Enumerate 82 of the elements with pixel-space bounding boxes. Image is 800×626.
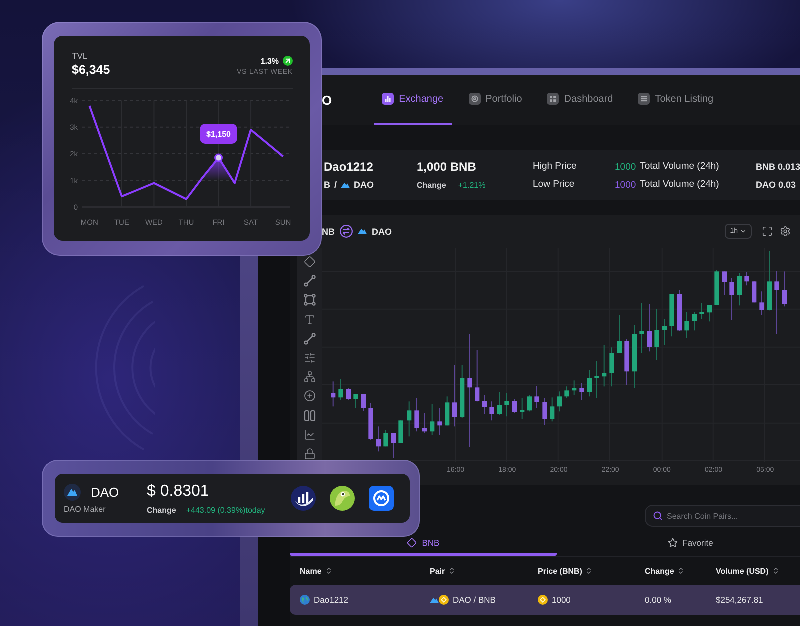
- low-price-label: Low Price: [533, 178, 576, 192]
- columns-icon[interactable]: [304, 410, 316, 422]
- mountain-icon: [430, 596, 439, 604]
- sort-icon: [448, 567, 456, 575]
- sliders-icon[interactable]: [304, 352, 316, 364]
- globe-icon: [300, 595, 310, 605]
- base-symbol: B: [324, 180, 330, 190]
- high-price-label: High Price: [533, 160, 578, 174]
- line-chart-icon[interactable]: [304, 428, 316, 441]
- search-field[interactable]: Search Coin Pairs...: [645, 505, 800, 527]
- logo-text: O: [322, 92, 332, 108]
- nav-tab[interactable]: Token Listing: [630, 75, 722, 125]
- star-icon: [668, 538, 678, 548]
- volume-label: Total Volume (24h): [640, 178, 720, 192]
- sort-icon: [677, 567, 686, 575]
- lizard-icon[interactable]: [330, 486, 355, 511]
- balance-text: BNB 0.013: [756, 161, 800, 174]
- change-text: 0.00 %: [645, 595, 672, 605]
- column-header[interactable]: Price (BNB): [538, 566, 594, 576]
- pair-separator: /: [334, 180, 338, 190]
- expand-icon[interactable]: [762, 226, 773, 237]
- volume-text: $254,267.81: [716, 595, 764, 605]
- data-point-marker: [214, 154, 224, 162]
- price-value: 1,000 BNB: [417, 159, 478, 175]
- nav-tab[interactable]: Exchange: [374, 75, 452, 125]
- swap-icon[interactable]: [340, 225, 353, 238]
- tvl-value: $6,345: [72, 62, 110, 78]
- change-label: Change: [417, 180, 446, 190]
- nav-tab[interactable]: Dashboard: [539, 75, 622, 125]
- target-icon: [468, 93, 481, 105]
- caret-icon: [740, 228, 747, 235]
- volume-value: 1000: [615, 162, 636, 172]
- network-icon[interactable]: [304, 371, 316, 384]
- sort-icon: [772, 567, 780, 575]
- balance-text: DAO 0.03: [756, 179, 798, 192]
- quote-symbol: DAO: [354, 180, 374, 190]
- mountain-icon: [64, 484, 81, 500]
- value-tooltip: $1,150: [200, 124, 238, 144]
- mountain-icon: [341, 182, 350, 188]
- coin-icon: [439, 595, 449, 605]
- column-header[interactable]: Volume (USD): [716, 566, 780, 576]
- coin-icon: [538, 595, 548, 605]
- text-tool-icon[interactable]: [304, 314, 316, 326]
- volume-label: Total Volume (24h): [640, 160, 720, 174]
- bounding-box-icon[interactable]: [304, 294, 316, 306]
- token-price: $ 0.8301: [147, 483, 210, 501]
- rising-bars-icon[interactable]: [291, 486, 316, 511]
- token-symbol: DAO: [91, 484, 120, 500]
- line-tool-icon[interactable]: [304, 332, 316, 345]
- tvl-label: TVL: [72, 51, 89, 62]
- list-icon: [638, 93, 650, 105]
- mountain-icon: [358, 228, 367, 235]
- coin-name: Dao1212: [314, 595, 349, 605]
- base-symbol: NB: [322, 226, 335, 236]
- quote-symbol: DAO: [372, 226, 392, 236]
- bar-chart-icon: [382, 93, 394, 105]
- diamond-icon: [407, 538, 418, 548]
- change-percent: 1.3%: [260, 56, 279, 66]
- search-icon: [653, 511, 663, 521]
- volume-value: 1000: [615, 180, 636, 190]
- change-value: +1.21%: [458, 180, 486, 190]
- price-text: 1000: [552, 595, 571, 605]
- change-label: Change: [147, 506, 176, 514]
- token-name: DAO Maker: [64, 504, 107, 516]
- sort-icon: [585, 567, 594, 575]
- four-squares-icon: [547, 93, 560, 105]
- table-row[interactable]: Dao1212 DAO / BNB 1000 0.00 % $254,267.81: [290, 585, 800, 615]
- nav-tab[interactable]: Portfolio: [460, 75, 530, 125]
- column-header[interactable]: Change: [645, 566, 686, 576]
- diamond-icon[interactable]: [304, 256, 316, 268]
- lock-icon[interactable]: [304, 448, 316, 460]
- line-tool-icon[interactable]: [304, 275, 316, 288]
- plus-circle-icon[interactable]: [304, 390, 316, 402]
- column-header[interactable]: Name: [300, 566, 333, 576]
- change-value: +443.09 (0.39%)today: [186, 506, 266, 514]
- column-header[interactable]: Pair: [430, 566, 456, 576]
- pair-tab[interactable]: Favorite: [557, 533, 800, 556]
- pair-text: DAO / BNB: [453, 595, 496, 605]
- sort-icon: [324, 567, 333, 575]
- annotation: $1,150: [206, 130, 232, 139]
- settings-icon[interactable]: [780, 226, 791, 237]
- pair-name: Dao1212: [324, 159, 374, 175]
